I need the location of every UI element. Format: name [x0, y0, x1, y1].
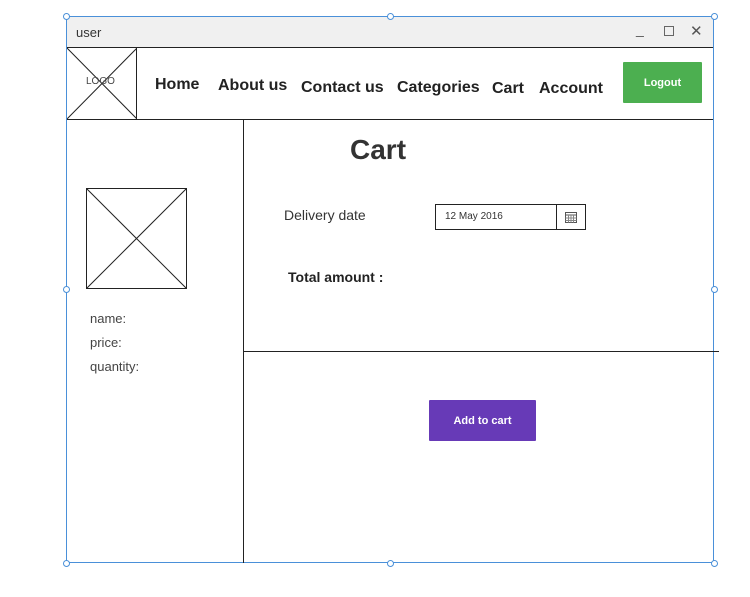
- delivery-date-field[interactable]: 12 May 2016: [435, 204, 586, 230]
- navbar: LOGO Home About us Contact us Categories…: [67, 48, 713, 120]
- image-placeholder-icon: [87, 189, 186, 288]
- resize-handle-top-left[interactable]: [63, 13, 70, 20]
- delivery-date-value: 12 May 2016: [445, 211, 503, 222]
- nav-account[interactable]: Account: [539, 80, 603, 98]
- delivery-date-label: Delivery date: [284, 207, 366, 223]
- resize-handle-bottom-right[interactable]: [711, 560, 718, 567]
- product-sidebar: name: price: quantity:: [67, 120, 244, 563]
- total-amount-label: Total amount :: [288, 269, 384, 285]
- resize-handle-top[interactable]: [387, 13, 394, 20]
- resize-handle-right[interactable]: [711, 286, 718, 293]
- window-title: user: [76, 25, 102, 40]
- nav-cart[interactable]: Cart: [492, 80, 524, 98]
- minimize-icon[interactable]: _: [636, 21, 644, 37]
- page-title: Cart: [350, 134, 407, 165]
- logo[interactable]: LOGO: [67, 48, 137, 119]
- logout-button[interactable]: Logout: [623, 62, 702, 103]
- product-image: [86, 188, 187, 289]
- product-name-label: name:: [90, 311, 127, 326]
- app-window: user _ ✕ LOGO Home About us Contact us C…: [66, 16, 719, 563]
- add-to-cart-button[interactable]: Add to cart: [429, 400, 536, 441]
- maximize-icon[interactable]: [664, 26, 674, 36]
- resize-handle-bottom[interactable]: [387, 560, 394, 567]
- cart-panel: Cart Delivery date 12 May 2016 Total amo…: [244, 120, 719, 563]
- product-quantity-label: quantity:: [90, 359, 140, 374]
- resize-handle-left[interactable]: [63, 286, 70, 293]
- section-divider: [244, 351, 719, 352]
- calendar-icon[interactable]: [556, 205, 585, 229]
- close-icon[interactable]: ✕: [690, 22, 703, 40]
- nav-home[interactable]: Home: [155, 76, 199, 94]
- logo-text: LOGO: [86, 76, 115, 87]
- resize-handle-bottom-left[interactable]: [63, 560, 70, 567]
- title-bar: user _ ✕: [67, 17, 713, 48]
- resize-handle-top-right[interactable]: [711, 13, 718, 20]
- product-price-label: price:: [90, 335, 122, 350]
- nav-about-us[interactable]: About us: [218, 77, 287, 95]
- nav-contact-us[interactable]: Contact us: [301, 79, 384, 97]
- nav-categories[interactable]: Categories: [397, 79, 480, 97]
